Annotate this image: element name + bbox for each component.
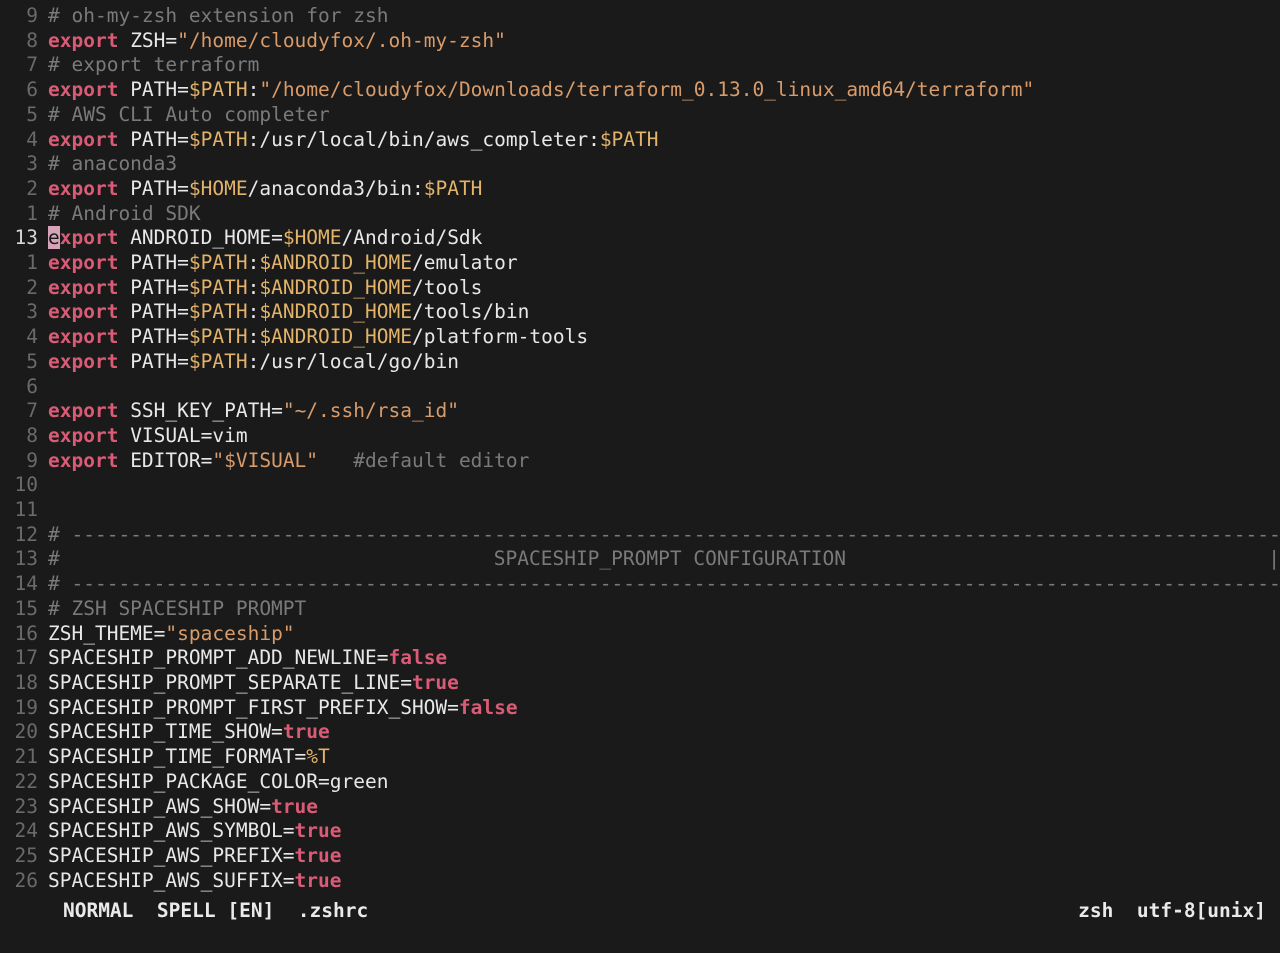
code-line: 19SPACESHIP_PROMPT_FIRST_PREFIX_SHOW=fal…: [0, 696, 1280, 721]
code-line: 9export EDITOR="$VISUAL" #default editor: [0, 449, 1280, 474]
line-number: 19: [0, 696, 42, 721]
line-number: 22: [0, 770, 42, 795]
code-line: 13export ANDROID_HOME=$HOME/Android/Sdk: [0, 226, 1280, 251]
line-number: 3: [0, 300, 42, 325]
code-line: 25SPACESHIP_AWS_PREFIX=true: [0, 844, 1280, 869]
line-number: 9: [0, 449, 42, 474]
line-number: 3: [0, 152, 42, 177]
line-number: 6: [0, 78, 42, 103]
line-number: 24: [0, 819, 42, 844]
code-line: 15# ZSH SPACESHIP PROMPT: [0, 597, 1280, 622]
code-line: 16ZSH_THEME="spaceship": [0, 622, 1280, 647]
line-number: 8: [0, 29, 42, 54]
code-line: 5# AWS CLI Auto completer: [0, 103, 1280, 128]
code-line: 3# anaconda3: [0, 152, 1280, 177]
line-number: 1: [0, 251, 42, 276]
code-line: 5export PATH=$PATH:/usr/local/go/bin: [0, 350, 1280, 375]
line-number: 13: [0, 547, 42, 572]
line-number: 14: [0, 572, 42, 597]
line-number: 8: [0, 424, 42, 449]
line-number: 20: [0, 720, 42, 745]
line-number: 2: [0, 276, 42, 301]
code-line: 1# Android SDK: [0, 202, 1280, 227]
filetype: zsh: [1078, 899, 1113, 922]
code-line: 6export PATH=$PATH:"/home/cloudyfox/Down…: [0, 78, 1280, 103]
line-number: 2: [0, 177, 42, 202]
code-line: 12#: [0, 523, 1280, 548]
line-number: 4: [0, 325, 42, 350]
code-line: 18SPACESHIP_PROMPT_SEPARATE_LINE=true: [0, 671, 1280, 696]
line-number: 16: [0, 622, 42, 647]
code-line: 9# oh-my-zsh extension for zsh: [0, 4, 1280, 29]
line-number: 25: [0, 844, 42, 869]
line-number: 23: [0, 795, 42, 820]
code-line: 7export SSH_KEY_PATH="~/.ssh/rsa_id": [0, 399, 1280, 424]
line-number: 7: [0, 53, 42, 78]
line-number: 10: [0, 473, 42, 498]
line-number: 11: [0, 498, 42, 523]
code-line: 13# SPACESHIP_PROMPT CONFIGURATION|: [0, 547, 1280, 572]
editor-area[interactable]: 9# oh-my-zsh extension for zsh 8export Z…: [0, 0, 1280, 893]
code-line: 20SPACESHIP_TIME_SHOW=true: [0, 720, 1280, 745]
code-line: 2export PATH=$PATH:$ANDROID_HOME/tools: [0, 276, 1280, 301]
status-bar: NORMAL SPELL [EN] .zshrc zsh utf-8[unix]: [0, 899, 1280, 924]
code-line: 22SPACESHIP_PACKAGE_COLOR=green: [0, 770, 1280, 795]
line-number: 21: [0, 745, 42, 770]
code-line: 6: [0, 375, 1280, 400]
line-number: 1: [0, 202, 42, 227]
code-line: 10: [0, 473, 1280, 498]
line-number: 9: [0, 4, 42, 29]
code-line: 24SPACESHIP_AWS_SYMBOL=true: [0, 819, 1280, 844]
encoding: utf-8[unix]: [1137, 899, 1266, 922]
code-line: 3export PATH=$PATH:$ANDROID_HOME/tools/b…: [0, 300, 1280, 325]
code-line: 14#: [0, 572, 1280, 597]
code-line: 21SPACESHIP_TIME_FORMAT=%T: [0, 745, 1280, 770]
line-number: 4: [0, 128, 42, 153]
line-number: 17: [0, 646, 42, 671]
code-line: 2export PATH=$HOME/anaconda3/bin:$PATH: [0, 177, 1280, 202]
code-line: 17SPACESHIP_PROMPT_ADD_NEWLINE=false: [0, 646, 1280, 671]
code-line: 4export PATH=$PATH:$ANDROID_HOME/platfor…: [0, 325, 1280, 350]
code-line: 11: [0, 498, 1280, 523]
line-number: 6: [0, 375, 42, 400]
code-line: 7# export terraform: [0, 53, 1280, 78]
line-number: 12: [0, 523, 42, 548]
code-line: 8export VISUAL=vim: [0, 424, 1280, 449]
spell-indicator: SPELL [EN]: [157, 899, 274, 922]
line-number: 18: [0, 671, 42, 696]
code-line: 4export PATH=$PATH:/usr/local/bin/aws_co…: [0, 128, 1280, 153]
line-number: 15: [0, 597, 42, 622]
code-line: 1export PATH=$PATH:$ANDROID_HOME/emulato…: [0, 251, 1280, 276]
vim-mode: NORMAL: [63, 899, 133, 922]
code-line: 23SPACESHIP_AWS_SHOW=true: [0, 795, 1280, 820]
cursor: e: [48, 226, 60, 249]
line-number: 5: [0, 350, 42, 375]
line-number: 7: [0, 399, 42, 424]
filename: .zshrc: [298, 899, 368, 922]
code-line: 8export ZSH="/home/cloudyfox/.oh-my-zsh": [0, 29, 1280, 54]
line-number-current: 13: [0, 226, 42, 251]
line-number: 5: [0, 103, 42, 128]
